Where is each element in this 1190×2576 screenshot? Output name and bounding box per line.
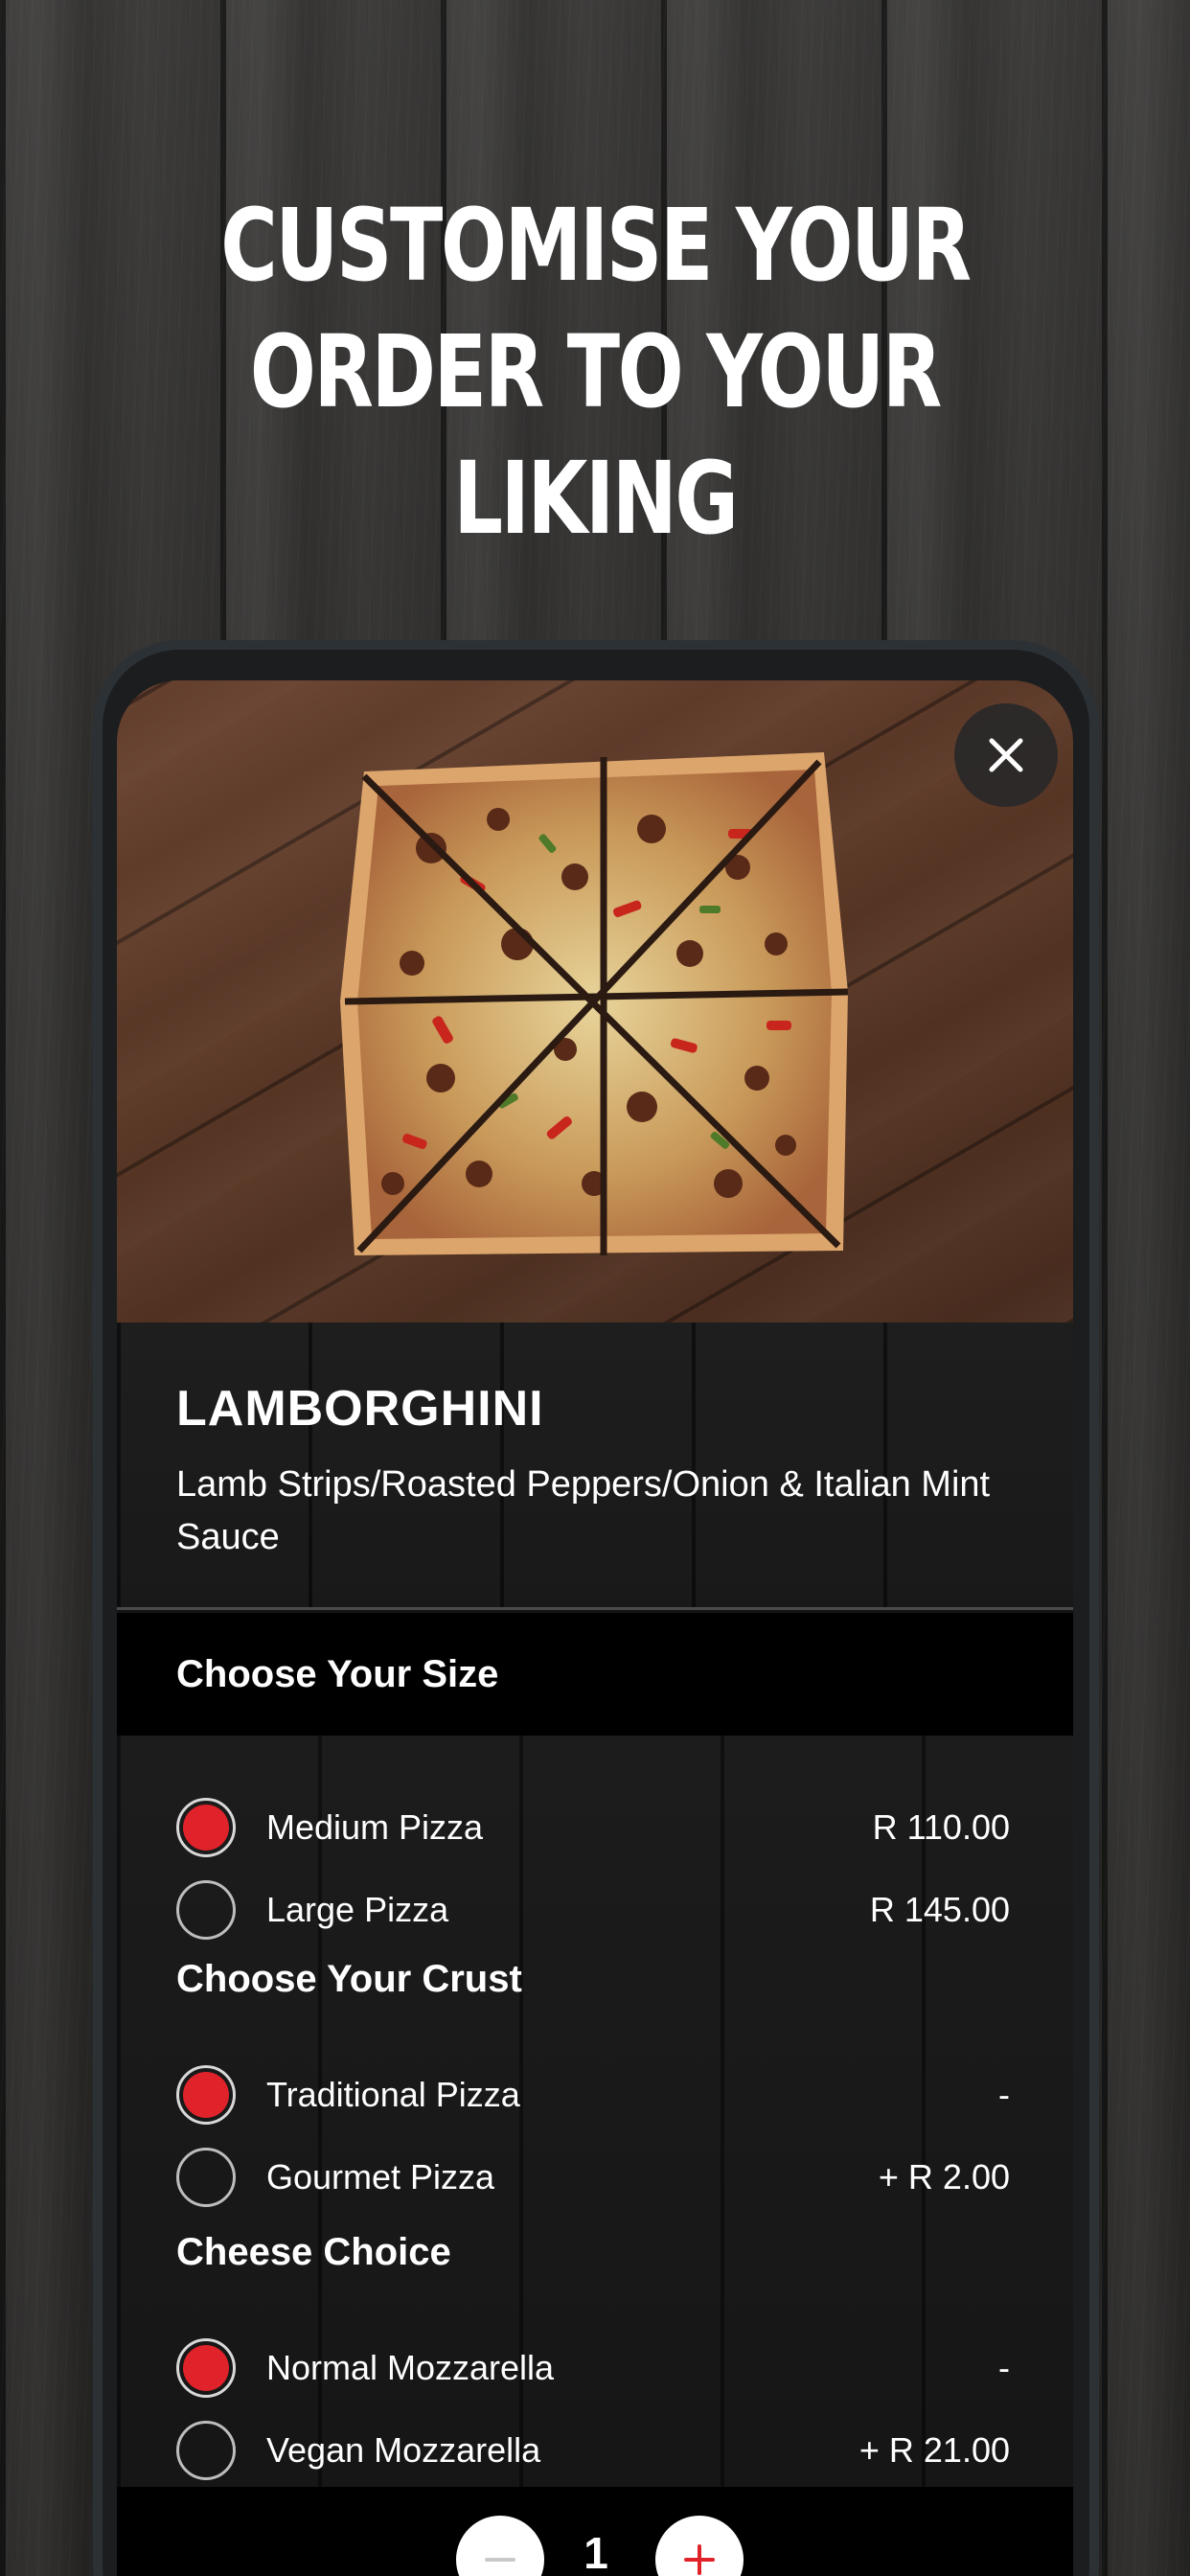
option-price: + R 21.00 xyxy=(858,2430,1010,2470)
radio-selected[interactable] xyxy=(176,1798,236,1857)
product-image xyxy=(117,680,1073,1322)
option-label: Large Pizza xyxy=(266,1890,449,1929)
quantity-stepper: 1 xyxy=(117,2487,1073,2576)
option-large-pizza[interactable]: Large Pizza R 145.00 xyxy=(176,1876,1010,1944)
option-label: Traditional Pizza xyxy=(266,2075,520,2114)
option-gourmet-pizza[interactable]: Gourmet Pizza + R 2.00 xyxy=(176,2144,1010,2211)
size-section-header: Choose Your Size xyxy=(117,1613,1073,1736)
option-price: - xyxy=(998,2348,1010,2387)
quantity-value: 1 xyxy=(584,2528,608,2576)
minus-icon xyxy=(485,2558,515,2562)
increase-quantity-button[interactable] xyxy=(655,2516,744,2576)
pizza-image xyxy=(340,752,849,1255)
promo-headline: CUSTOMISE YOUR ORDER TO YOUR LIKING xyxy=(220,187,972,557)
product-description: Lamb Strips/Roasted Peppers/Onion & Ital… xyxy=(176,1464,991,1557)
option-label: Gourmet Pizza xyxy=(266,2157,495,2196)
close-icon xyxy=(989,738,1023,772)
option-normal-mozzarella[interactable]: Normal Mozzarella - xyxy=(176,2334,1010,2402)
option-label: Normal Mozzarella xyxy=(266,2348,555,2387)
decrease-quantity-button[interactable] xyxy=(456,2516,544,2576)
plus-icon xyxy=(684,2544,715,2575)
product-info: LAMBORGHINI Lamb Strips/Roasted Peppers/… xyxy=(117,1322,1073,1610)
option-label: Medium Pizza xyxy=(266,1807,484,1847)
close-button[interactable] xyxy=(954,703,1058,807)
radio-selected[interactable] xyxy=(176,2338,236,2398)
section-title-size: Choose Your Size xyxy=(176,1652,499,1695)
option-price: R 145.00 xyxy=(869,1890,1010,1929)
radio-selected[interactable] xyxy=(176,2065,236,2125)
option-price: + R 2.00 xyxy=(878,2157,1010,2196)
radio-unselected[interactable] xyxy=(176,2421,236,2480)
radio-unselected[interactable] xyxy=(176,1880,236,1940)
option-vegan-mozzarella[interactable]: Vegan Mozzarella + R 21.00 xyxy=(176,2417,1010,2484)
options-list: Medium Pizza R 110.00 Large Pizza R 145.… xyxy=(117,1736,1073,2576)
option-medium-pizza[interactable]: Medium Pizza R 110.00 xyxy=(176,1794,1010,1861)
option-price: R 110.00 xyxy=(872,1807,1010,1847)
option-price: - xyxy=(998,2075,1010,2114)
section-title-crust: Choose Your Crust xyxy=(176,1958,522,2000)
radio-unselected[interactable] xyxy=(176,2148,236,2207)
product-name: LAMBORGHINI xyxy=(176,1381,544,1437)
section-title-cheese: Cheese Choice xyxy=(176,2231,451,2273)
app-screen: LAMBORGHINI Lamb Strips/Roasted Peppers/… xyxy=(117,680,1073,2576)
option-traditional-pizza[interactable]: Traditional Pizza - xyxy=(176,2061,1010,2128)
option-label: Vegan Mozzarella xyxy=(266,2430,541,2470)
